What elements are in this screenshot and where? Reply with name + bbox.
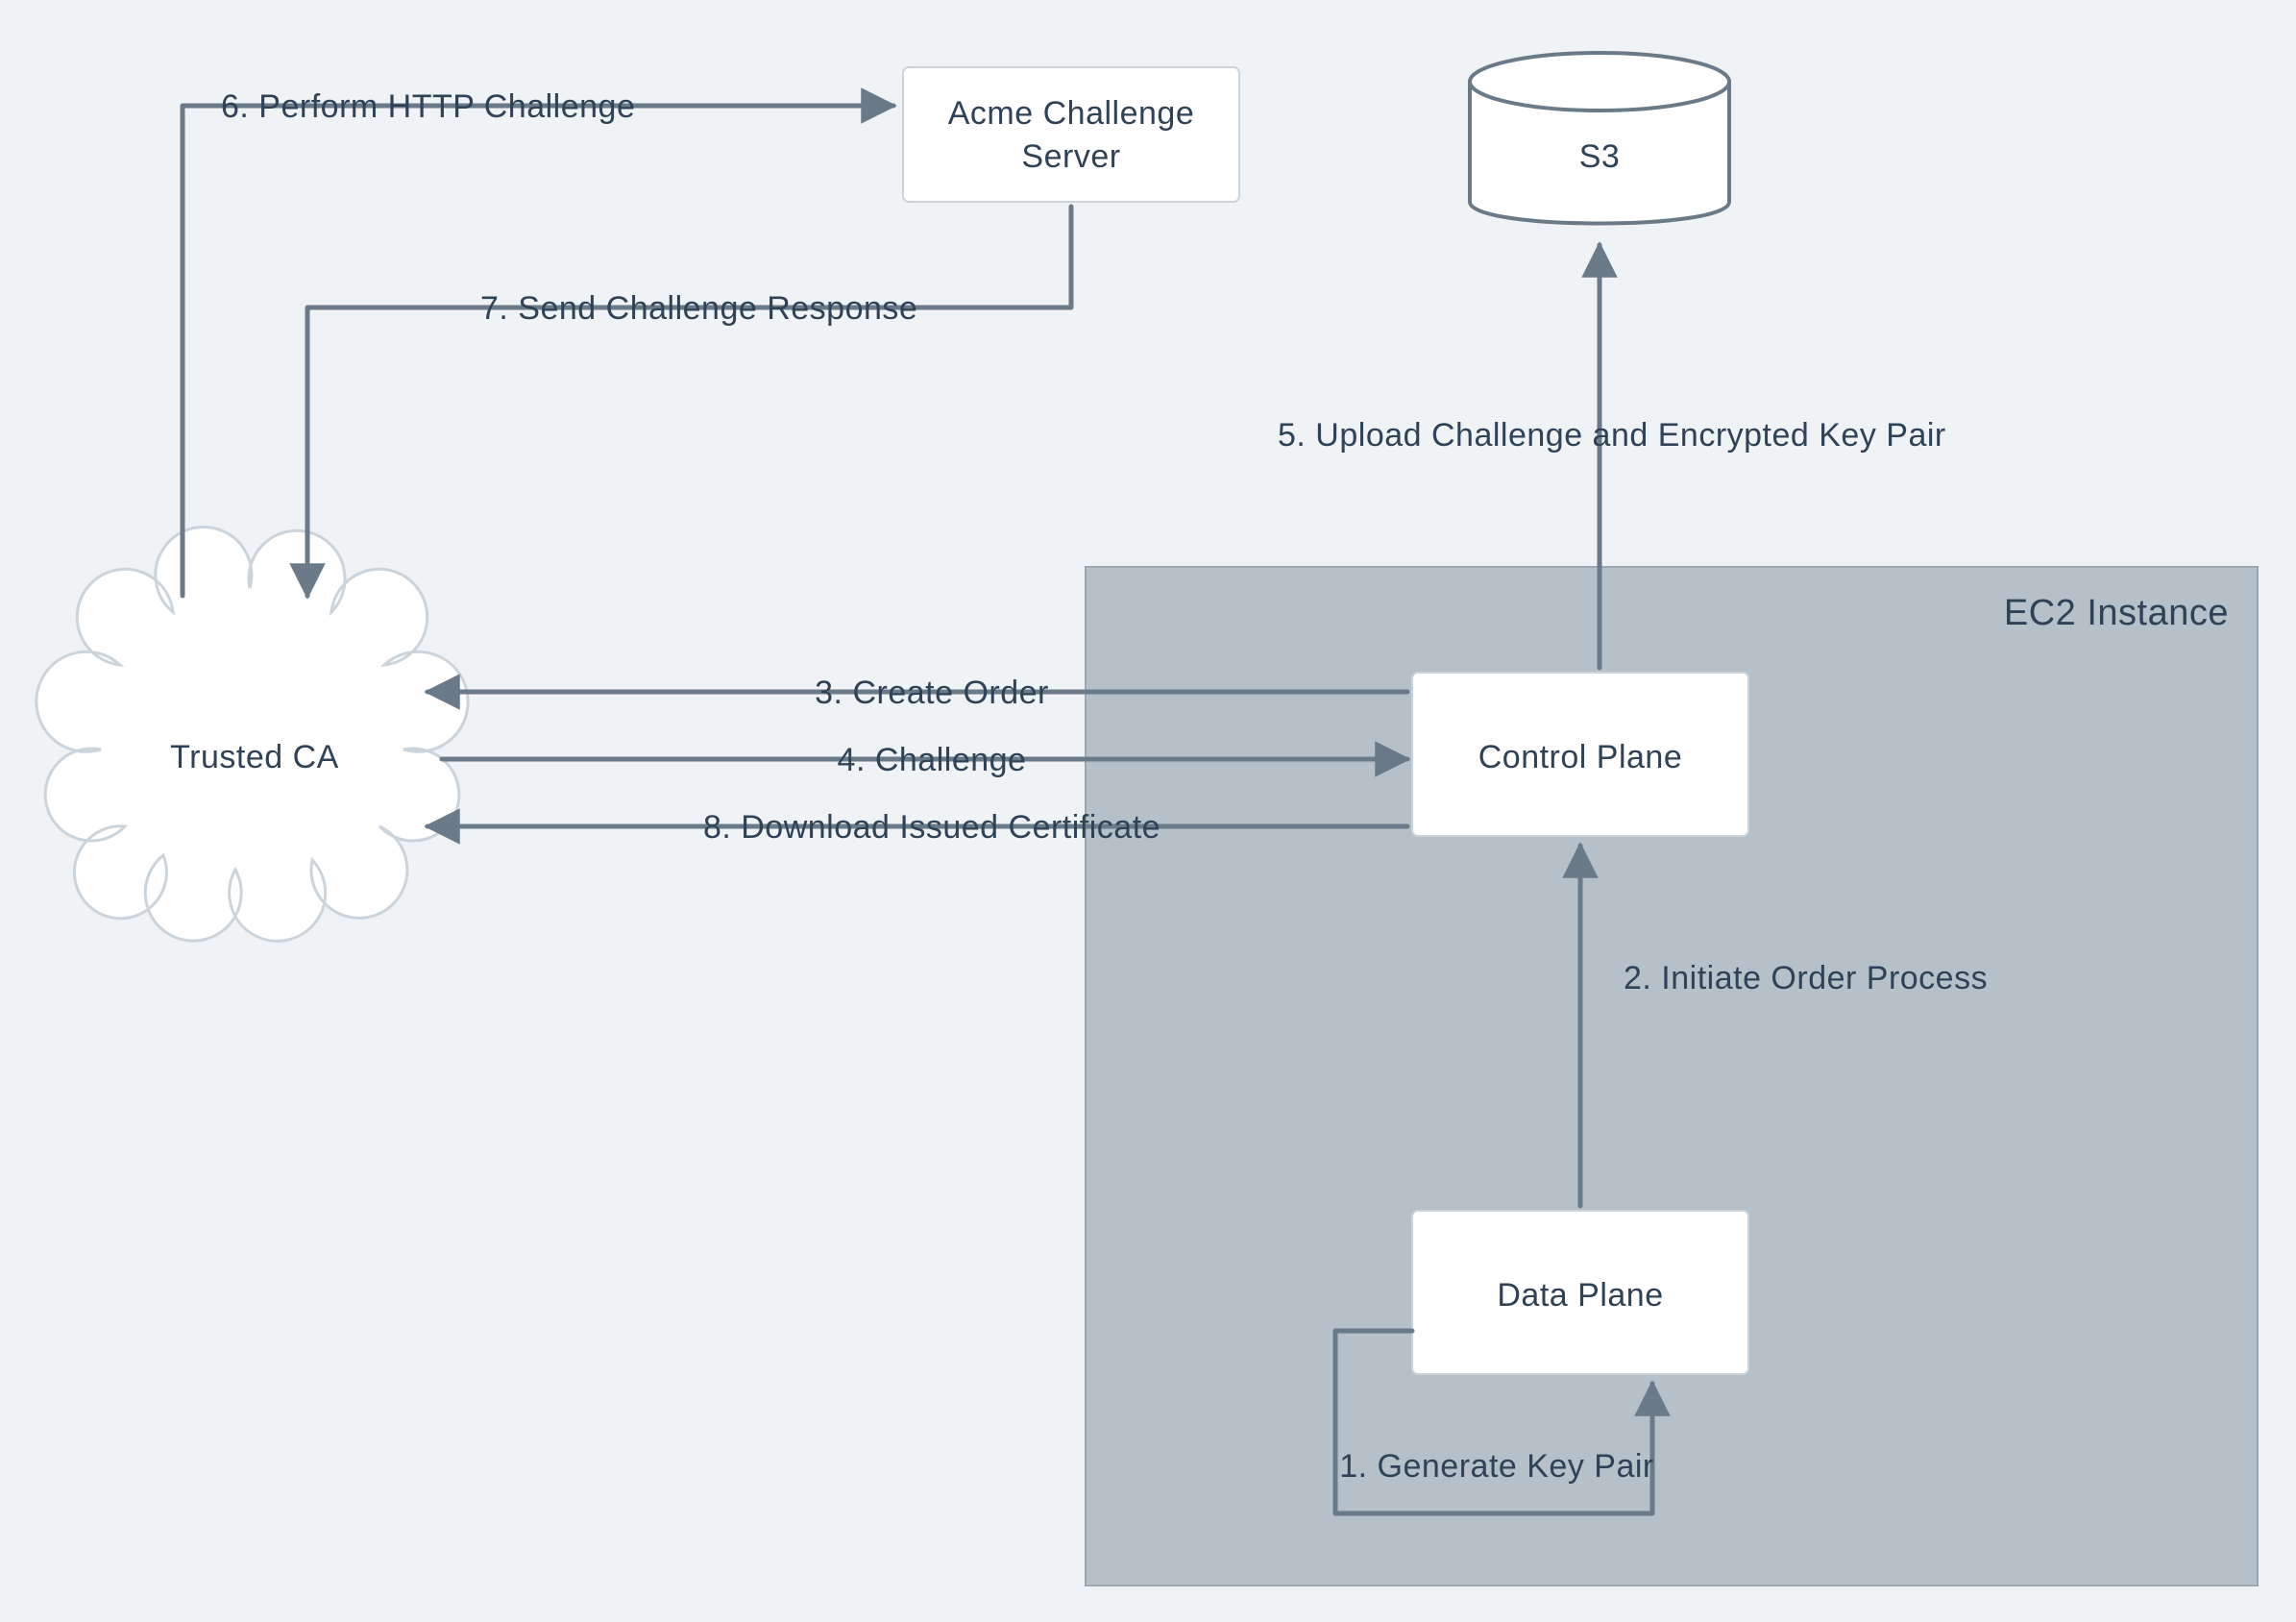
arrow-step-6 <box>183 106 893 596</box>
architecture-diagram: EC2 Instance S3 Acme Challenge Server Tr… <box>0 0 2296 1622</box>
label-step-4: 4. Challenge <box>838 742 1027 778</box>
trusted-ca-label: Trusted CA <box>170 739 339 775</box>
label-step-1: 1. Generate Key Pair <box>1339 1448 1654 1485</box>
data-plane-node: Data Plane <box>1412 1211 1748 1374</box>
acme-label-2: Server <box>1021 138 1120 175</box>
label-step-7: 7. Send Challenge Response <box>480 290 917 327</box>
label-step-2: 2. Initiate Order Process <box>1624 960 1988 996</box>
control-plane-label: Control Plane <box>1478 739 1683 775</box>
trusted-ca-node: Trusted CA <box>37 527 468 941</box>
control-plane-node: Control Plane <box>1412 673 1748 836</box>
label-step-6: 6. Perform HTTP Challenge <box>221 88 635 125</box>
label-step-5: 5. Upload Challenge and Encrypted Key Pa… <box>1278 417 1946 454</box>
acme-label-1: Acme Challenge <box>948 95 1194 132</box>
acme-node: Acme Challenge Server <box>903 67 1239 202</box>
arrow-step-7 <box>307 207 1071 596</box>
s3-label: S3 <box>1579 138 1621 175</box>
label-step-8: 8. Download Issued Certificate <box>703 809 1160 846</box>
data-plane-label: Data Plane <box>1497 1277 1663 1314</box>
ec2-label: EC2 Instance <box>2004 593 2229 633</box>
label-step-3: 3. Create Order <box>815 675 1049 711</box>
s3-node: S3 <box>1470 53 1729 224</box>
